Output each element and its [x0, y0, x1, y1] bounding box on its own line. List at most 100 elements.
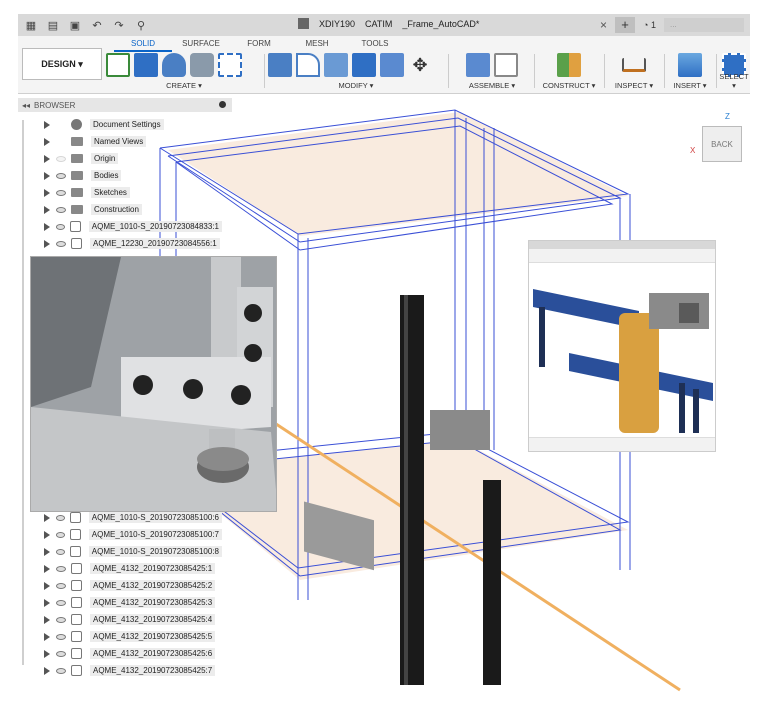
press-pull-icon[interactable] [268, 53, 292, 77]
file-icon[interactable]: ▤ [44, 17, 62, 33]
expand-icon[interactable] [44, 137, 50, 146]
combine-icon[interactable] [380, 53, 404, 77]
user-account[interactable]: ... [664, 18, 744, 32]
visibility-icon[interactable] [56, 582, 66, 589]
tab-tools[interactable]: TOOLS [346, 39, 404, 52]
preview-toolbar [529, 249, 715, 263]
document-tab[interactable]: XDIY190 CATIM _Frame_AutoCAD* [298, 18, 479, 29]
visibility-icon[interactable] [56, 155, 66, 162]
expand-icon[interactable] [44, 530, 50, 539]
shell-icon[interactable] [352, 53, 376, 77]
extrude-icon[interactable] [134, 53, 158, 77]
expand-icon[interactable] [44, 632, 50, 641]
tree-item[interactable]: Bodies [22, 167, 222, 184]
visibility-icon[interactable] [56, 548, 66, 555]
hardware-photo [30, 256, 277, 512]
expand-icon[interactable] [44, 649, 50, 658]
new-tab-button[interactable]: + [615, 17, 636, 33]
expand-icon[interactable] [44, 171, 50, 180]
measure-icon[interactable] [622, 58, 646, 72]
workspace-dropdown[interactable]: DESIGN ▾ [22, 48, 102, 80]
expand-icon[interactable] [44, 666, 50, 675]
hole-icon[interactable] [190, 53, 214, 77]
view-cube-face[interactable]: BACK [702, 126, 742, 162]
tree-item[interactable]: AQME_4132_20190723085425:6 [22, 645, 222, 662]
visibility-icon[interactable] [56, 650, 66, 657]
expand-icon[interactable] [44, 154, 50, 163]
visibility-icon[interactable] [56, 240, 66, 247]
move-icon[interactable]: ✥ [408, 53, 432, 77]
tab-mesh[interactable]: MESH [288, 39, 346, 52]
expand-icon[interactable] [44, 581, 50, 590]
expand-icon[interactable] [44, 120, 50, 129]
tree-item[interactable]: AQME_12230_20190723084556:1 [22, 235, 222, 252]
visibility-icon[interactable] [56, 565, 66, 572]
select-menu[interactable]: SELECT ▾ [718, 72, 750, 90]
undo-icon[interactable]: ↶ [88, 17, 106, 33]
visibility-icon[interactable] [56, 531, 66, 538]
pattern-icon[interactable] [218, 53, 242, 77]
tree-item[interactable]: Construction [22, 201, 222, 218]
expand-icon[interactable] [44, 205, 50, 214]
tree-item[interactable]: AQME_4132_20190723085425:3 [22, 594, 222, 611]
joint-icon[interactable] [494, 53, 518, 77]
fillet-icon[interactable] [296, 53, 320, 77]
visibility-icon[interactable] [56, 172, 66, 179]
expand-icon[interactable] [44, 615, 50, 624]
inspect-menu[interactable]: INSPECT ▾ [606, 81, 662, 90]
tree-item[interactable]: AQME_4132_20190723085425:4 [22, 611, 222, 628]
new-component-icon[interactable] [466, 53, 490, 77]
expand-icon[interactable] [44, 188, 50, 197]
tree-item[interactable]: AQME_4132_20190723085425:7 [22, 662, 222, 679]
offset-plane-icon[interactable] [557, 53, 581, 77]
tab-form[interactable]: FORM [230, 39, 288, 52]
visibility-icon[interactable] [56, 514, 66, 521]
visibility-icon[interactable] [56, 206, 66, 213]
tree-item[interactable]: AQME_4132_20190723085425:1 [22, 560, 222, 577]
visibility-icon[interactable] [56, 667, 66, 674]
tree-item[interactable]: Sketches [22, 184, 222, 201]
chamfer-icon[interactable] [324, 53, 348, 77]
expand-icon[interactable] [44, 598, 50, 607]
expand-icon[interactable] [44, 564, 50, 573]
visibility-icon[interactable] [56, 189, 66, 196]
save-icon[interactable]: ▣ [66, 17, 84, 33]
construct-menu[interactable]: CONSTRUCT ▾ [536, 81, 602, 90]
search-icon[interactable]: ⚲ [132, 17, 150, 33]
expand-icon[interactable] [44, 239, 50, 248]
expand-icon[interactable] [44, 222, 50, 231]
create-sketch-icon[interactable] [106, 53, 130, 77]
browser-options-icon[interactable] [219, 101, 226, 108]
job-status-icon[interactable]: ◔ 1 [643, 20, 656, 30]
assemble-menu[interactable]: ASSEMBLE ▾ [452, 81, 532, 90]
tab-surface[interactable]: SURFACE [172, 39, 230, 52]
tree-item[interactable]: AQME_1010-S_20190723085100:8 [22, 543, 222, 560]
expand-icon[interactable] [44, 547, 50, 556]
tree-item[interactable]: AQME_4132_20190723085425:2 [22, 577, 222, 594]
modify-menu[interactable]: MODIFY ▾ [268, 81, 444, 90]
visibility-icon[interactable] [56, 599, 66, 606]
tree-item[interactable]: AQME_1010-S_20190723084833:1 [22, 218, 222, 235]
grid-menu-icon[interactable]: ▦ [22, 17, 40, 33]
tab-solid[interactable]: SOLID [114, 39, 172, 52]
revolve-icon[interactable] [162, 53, 186, 77]
create-menu[interactable]: CREATE ▾ [106, 81, 262, 90]
tree-item[interactable]: AQME_4132_20190723085425:5 [22, 628, 222, 645]
tree-item[interactable]: Document Settings [22, 116, 222, 133]
close-tab-icon[interactable]: × [600, 18, 607, 32]
collapse-icon[interactable]: ◂◂ [22, 101, 30, 110]
visibility-icon[interactable] [56, 223, 66, 230]
tree-item[interactable]: AQME_1010-S_20190723085100:7 [22, 526, 222, 543]
component-icon [70, 546, 81, 557]
visibility-icon[interactable] [56, 616, 66, 623]
view-cube[interactable]: Z X BACK [690, 112, 752, 170]
redo-icon[interactable]: ↷ [110, 17, 128, 33]
insert-image-icon[interactable] [678, 53, 702, 77]
insert-menu[interactable]: INSERT ▾ [666, 81, 714, 90]
tree-item[interactable]: Origin [22, 150, 222, 167]
visibility-icon[interactable] [56, 633, 66, 640]
tree-item[interactable]: Named Views [22, 133, 222, 150]
expand-icon[interactable] [44, 513, 50, 522]
browser-header[interactable]: ◂◂ BROWSER [18, 98, 232, 112]
preview-titlebar [529, 241, 715, 249]
